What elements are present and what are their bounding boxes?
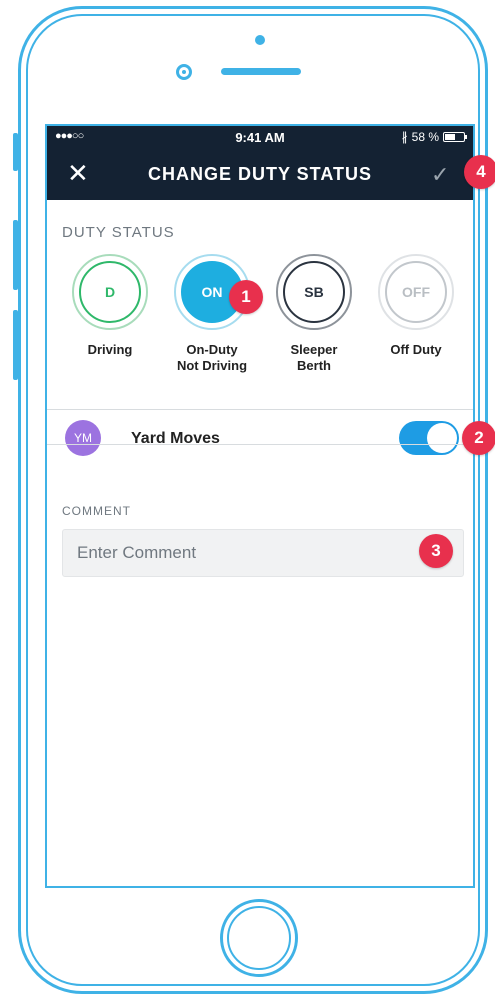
battery-icon [443, 132, 467, 142]
status-label: Driving [87, 342, 133, 357]
avatar: YM [65, 420, 101, 456]
marker-4: 4 [464, 155, 495, 189]
yard-moves-label: Yard Moves [131, 430, 220, 447]
nav-bar: ✕ CHANGE DUTY STATUS ✓ [47, 148, 473, 200]
duty-status-label: DUTY STATUS [62, 224, 175, 241]
front-camera [176, 64, 192, 80]
status-option-off-duty[interactable]: OFF Off Duty [371, 254, 461, 358]
front-sensor [255, 35, 265, 45]
page-title: CHANGE DUTY STATUS [147, 164, 372, 184]
marker-2: 2 [462, 421, 495, 455]
check-icon[interactable]: ✓ [431, 162, 449, 188]
status-bar: ●●●○○ 9:41 AM ∦ 58 % [47, 126, 473, 148]
bluetooth-icon: ∦ [401, 130, 408, 144]
status-label: On-Duty Not Driving [167, 342, 257, 374]
marker-1: 1 [229, 280, 263, 314]
status-code: OFF [385, 261, 447, 323]
status-ring: OFF [378, 254, 454, 330]
mockup-stage: ●●●○○ 9:41 AM ∦ 58 % ✕ CHANGE DUTY STATU… [0, 0, 495, 1000]
status-right: ∦ 58 % [401, 130, 467, 144]
status-label: Sleeper Berth [269, 342, 359, 374]
toggle-knob [427, 423, 457, 453]
volume-down-button [13, 310, 18, 380]
battery-percent: 58 % [411, 130, 439, 144]
status-label-line: Not Driving [176, 358, 248, 373]
status-option-on-duty[interactable]: ON On-Duty Not Driving [167, 254, 257, 374]
comment-label: COMMENT [62, 504, 131, 518]
comment-input[interactable] [62, 529, 464, 577]
status-ring: D [72, 254, 148, 330]
home-button[interactable] [220, 899, 298, 977]
yard-moves-toggle[interactable] [399, 421, 459, 455]
divider [47, 409, 473, 410]
battery-fill [445, 134, 455, 140]
status-label-line: Sleeper [290, 342, 338, 357]
status-ring: SB [276, 254, 352, 330]
divider [47, 444, 473, 445]
marker-3: 3 [419, 534, 453, 568]
mute-switch [13, 133, 18, 171]
status-option-sleeper[interactable]: SB Sleeper Berth [269, 254, 359, 374]
status-label-line: On-Duty [186, 342, 238, 357]
status-option-driving[interactable]: D Driving [65, 254, 155, 358]
app-screen: ●●●○○ 9:41 AM ∦ 58 % ✕ CHANGE DUTY STATU… [45, 124, 475, 888]
status-label-line: Berth [297, 358, 331, 373]
status-code: SB [283, 261, 345, 323]
status-label: Off Duty [390, 342, 442, 357]
status-code: D [79, 261, 141, 323]
earpiece-speaker [221, 68, 301, 75]
volume-up-button [13, 220, 18, 290]
